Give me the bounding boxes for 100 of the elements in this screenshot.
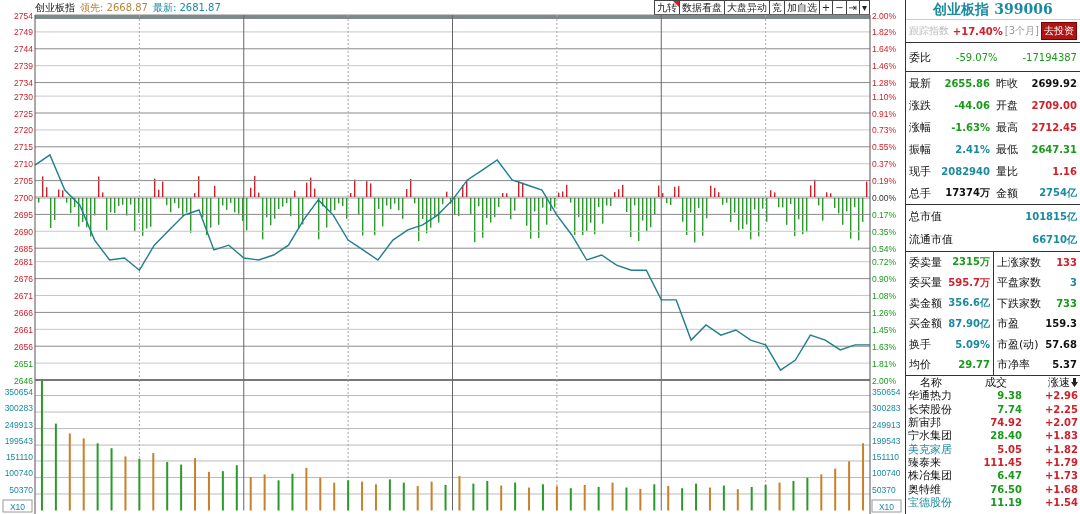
tracking-change: +17.40% (952, 25, 1003, 37)
bar (708, 487, 711, 511)
stat-label: 市盈 (997, 316, 1019, 332)
stat-value: 595.7万 (948, 275, 990, 290)
axis-label: 2671 (14, 291, 33, 301)
stat-value: 57.68 (1045, 338, 1077, 350)
bar (319, 477, 322, 511)
bar (472, 483, 475, 511)
stat-label: 买金额 (909, 316, 942, 332)
stat-label: 平盘家数 (997, 275, 1041, 291)
bar (764, 484, 767, 511)
bar (625, 487, 628, 511)
stat-label: 开盘 (996, 97, 1018, 113)
leader-value: 领先: 2668.87 (80, 0, 148, 15)
stock-speed: +2.96 (1043, 389, 1078, 403)
axis-label: 0.35% (872, 226, 897, 237)
axis-label: 249913 (4, 419, 33, 430)
axis-label: 151110 (872, 451, 900, 462)
stock-speed: +2.25 (1043, 402, 1078, 416)
axis-label: 2700 (14, 193, 33, 203)
stock-name[interactable]: 新宙邦 (908, 416, 970, 430)
axis-label: 199543 (872, 436, 901, 447)
stat-label: 委买量 (909, 275, 942, 291)
bar (82, 438, 85, 511)
bar (138, 458, 141, 511)
stock-name[interactable]: 宝德股份 (908, 495, 970, 509)
bar (430, 481, 433, 511)
bar (388, 479, 391, 511)
stat-value: 3 (1070, 277, 1077, 289)
axis-label: 1.10% (872, 91, 897, 102)
scale-label: X10 (871, 499, 902, 513)
axis-label: 0.00% (872, 193, 897, 203)
axis-label: 2739 (14, 61, 33, 72)
column-header[interactable]: 成交 (970, 376, 1022, 390)
stock-name[interactable]: 宁水集团 (908, 429, 970, 443)
axis-label: 2685 (14, 243, 33, 254)
column-header[interactable]: 名称 (908, 376, 970, 390)
stock-speed: +1.82 (1043, 442, 1078, 456)
bar (305, 467, 308, 511)
axis-label: 2730 (14, 91, 33, 102)
stock-name[interactable]: 株冶集团 (908, 469, 970, 483)
axis-label: 1.81% (872, 358, 897, 369)
stat-value: 2709.00 (1031, 99, 1077, 111)
bar (194, 458, 197, 511)
stat-label: 总手 (909, 185, 931, 201)
bar (806, 477, 809, 511)
stock-speed: +2.07 (1043, 416, 1078, 430)
invest-button[interactable]: 去投资 (1041, 22, 1077, 40)
axis-label: 0.54% (872, 243, 897, 254)
stock-name[interactable]: 臻泰来 (908, 455, 970, 469)
column-header[interactable]: 涨速 (1048, 376, 1070, 390)
stat-value: 66710亿 (1032, 232, 1077, 247)
stock-name[interactable]: 美克家居 (908, 442, 970, 456)
stock-speed: +1.68 (1043, 482, 1078, 496)
bar (263, 474, 266, 511)
stat-value: 356.6亿 (948, 296, 990, 311)
bar (722, 485, 725, 511)
stat-value: 2712.45 (1031, 121, 1077, 133)
bar (486, 480, 489, 511)
axis-label: 2710 (14, 159, 33, 170)
stock-speed: +1.83 (1043, 429, 1078, 443)
bar (68, 433, 71, 511)
bar (166, 461, 169, 511)
bar (110, 448, 113, 511)
stock-price: 74.92 (989, 416, 1022, 430)
axis-label: 0.17% (872, 209, 897, 220)
axis-label: 1.26% (872, 307, 897, 318)
bar (736, 489, 739, 511)
bar (528, 487, 531, 511)
stock-name[interactable]: 华通热力 (908, 389, 970, 403)
axis-label: 100740 (872, 468, 901, 479)
stat-label: 最低 (996, 141, 1018, 157)
axis-label: 2676 (14, 274, 33, 285)
stock-price: 111.45 (982, 455, 1022, 469)
axis-label: 0.37% (872, 159, 897, 170)
stat-value: -59.07% (955, 51, 998, 63)
stock-name[interactable]: 奥特维 (908, 482, 970, 496)
stat-value: 5.09% (955, 338, 990, 350)
stat-value: -1.63% (951, 121, 990, 133)
stock-speed: +1.79 (1043, 455, 1078, 469)
bar (583, 484, 586, 511)
axis-label: 2715 (14, 142, 33, 153)
bar (374, 484, 377, 511)
stock-name[interactable]: 长荣股份 (908, 402, 970, 416)
axis-label: 0.19% (872, 176, 897, 187)
stat-value: 2.41% (955, 143, 990, 155)
stat-value: 133 (1056, 256, 1077, 268)
axis-label: 1.64% (872, 44, 897, 55)
bar (555, 486, 558, 511)
bar (500, 485, 503, 511)
stock-price: 6.47 (996, 469, 1022, 483)
stat-value: -17194387 (1022, 51, 1077, 63)
stat-value: 2082940 (941, 165, 990, 177)
axis-label: 2646 (14, 375, 33, 386)
stat-value: 2699.92 (1031, 77, 1077, 89)
axis-label: 2725 (14, 108, 33, 119)
stock-price: 7.74 (996, 402, 1022, 416)
bar (96, 443, 99, 511)
axis-label: 2681 (14, 257, 33, 268)
stat-label: 市盈(动) (997, 336, 1039, 352)
